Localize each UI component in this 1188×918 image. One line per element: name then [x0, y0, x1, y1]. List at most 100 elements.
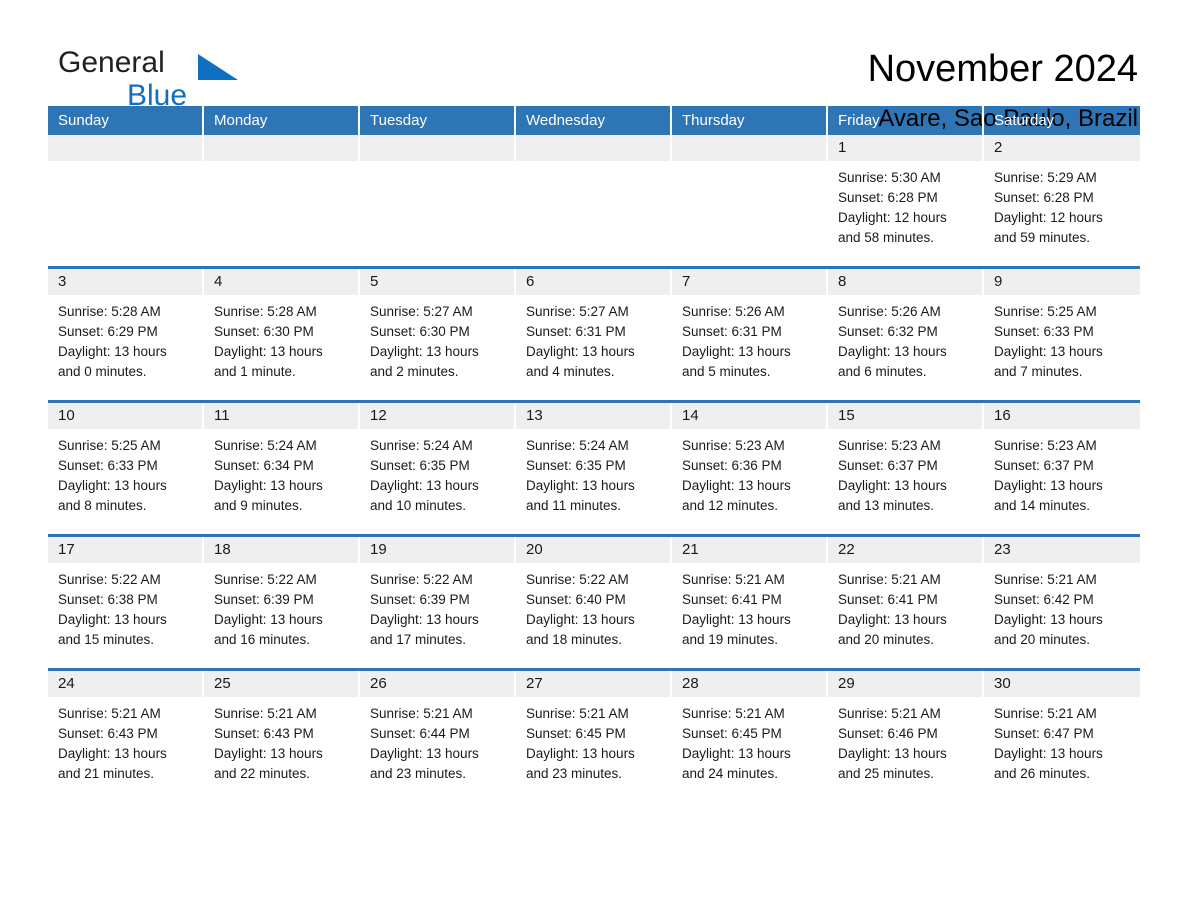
calendar-weeks: 1 Sunrise: 5:30 AM Sunset: 6:28 PM Daylight… — [48, 135, 1140, 802]
day-cell[interactable]: 9 Sunrise: 5:25 AM Sunset: 6:33 PM Daylight… — [984, 269, 1140, 400]
day-info-line: Sunrise: 5:21 AM — [994, 706, 1097, 721]
day-info-line: Sunrise: 5:27 AM — [370, 304, 473, 319]
calendar-week-row: 10 Sunrise: 5:25 AM Sunset: 6:33 PM Dayligh… — [48, 403, 1140, 537]
day-sun-info: Sunrise: 5:24 AM Sunset: 6:35 PM Daylight:… — [516, 429, 670, 516]
day-cell[interactable]: 10 Sunrise: 5:25 AM Sunset: 6:33 PM Dayligh… — [48, 403, 204, 534]
weekday-header-wednesday: Wednesday — [516, 106, 672, 135]
day-cell[interactable]: 11 Sunrise: 5:24 AM Sunset: 6:34 PM Dayligh… — [204, 403, 360, 534]
day-sun-info: Sunrise: 5:25 AM Sunset: 6:33 PM Daylight:… — [48, 429, 202, 516]
day-cell[interactable]: 6 Sunrise: 5:27 AM Sunset: 6:31 PM Daylight… — [516, 269, 672, 400]
day-sun-info: Sunrise: 5:21 AM Sunset: 6:41 PM Daylight:… — [672, 563, 826, 650]
day-info-line: Daylight: 13 hours — [58, 612, 167, 627]
day-info-line: Daylight: 13 hours — [526, 746, 635, 761]
day-cell-empty — [672, 135, 828, 266]
day-cell[interactable]: 20 Sunrise: 5:22 AM Sunset: 6:40 PM Dayligh… — [516, 537, 672, 668]
day-info-line: Sunrise: 5:28 AM — [58, 304, 161, 319]
day-info-line: Sunrise: 5:23 AM — [994, 438, 1097, 453]
day-sun-info: Sunrise: 5:26 AM Sunset: 6:31 PM Daylight:… — [672, 295, 826, 382]
day-cell[interactable]: 4 Sunrise: 5:28 AM Sunset: 6:30 PM Daylight… — [204, 269, 360, 400]
day-cell[interactable]: 28 Sunrise: 5:21 AM Sunset: 6:45 PM Dayligh… — [672, 671, 828, 802]
day-cell-empty — [204, 135, 360, 266]
day-info-line: and 0 minutes. — [58, 364, 147, 379]
day-cell[interactable]: 17 Sunrise: 5:22 AM Sunset: 6:38 PM Dayligh… — [48, 537, 204, 668]
day-info-line: and 4 minutes. — [526, 364, 615, 379]
day-number: 6 — [516, 269, 670, 295]
day-info-line: Sunset: 6:41 PM — [838, 592, 938, 607]
day-info-line: Daylight: 13 hours — [214, 478, 323, 493]
day-sun-info — [48, 161, 202, 168]
day-number: 24 — [48, 671, 202, 697]
day-cell[interactable]: 23 Sunrise: 5:21 AM Sunset: 6:42 PM Dayligh… — [984, 537, 1140, 668]
day-cell[interactable]: 2 Sunrise: 5:29 AM Sunset: 6:28 PM Daylight… — [984, 135, 1140, 266]
day-cell[interactable]: 12 Sunrise: 5:24 AM Sunset: 6:35 PM Dayligh… — [360, 403, 516, 534]
day-info-line: and 24 minutes. — [682, 766, 779, 781]
day-info-line: and 22 minutes. — [214, 766, 311, 781]
day-cell[interactable]: 30 Sunrise: 5:21 AM Sunset: 6:47 PM Dayligh… — [984, 671, 1140, 802]
day-info-line: Sunrise: 5:21 AM — [214, 706, 317, 721]
day-cell[interactable]: 22 Sunrise: 5:21 AM Sunset: 6:41 PM Dayligh… — [828, 537, 984, 668]
weekday-header-friday: Friday — [828, 106, 984, 135]
day-cell[interactable]: 15 Sunrise: 5:23 AM Sunset: 6:37 PM Dayligh… — [828, 403, 984, 534]
day-info-line: Daylight: 13 hours — [994, 612, 1103, 627]
day-info-line: and 16 minutes. — [214, 632, 311, 647]
day-info-line: and 21 minutes. — [58, 766, 155, 781]
day-cell[interactable]: 16 Sunrise: 5:23 AM Sunset: 6:37 PM Dayligh… — [984, 403, 1140, 534]
day-info-line: and 9 minutes. — [214, 498, 303, 513]
day-info-line: Sunset: 6:35 PM — [526, 458, 626, 473]
weekday-header-thursday: Thursday — [672, 106, 828, 135]
day-info-line: Daylight: 13 hours — [58, 344, 167, 359]
day-info-line: Sunset: 6:37 PM — [838, 458, 938, 473]
day-info-line: Daylight: 13 hours — [214, 344, 323, 359]
day-info-line: Sunset: 6:30 PM — [370, 324, 470, 339]
day-sun-info: Sunrise: 5:29 AM Sunset: 6:28 PM Daylight:… — [984, 161, 1140, 248]
day-info-line: Sunrise: 5:22 AM — [214, 572, 317, 587]
day-cell[interactable]: 24 Sunrise: 5:21 AM Sunset: 6:43 PM Dayligh… — [48, 671, 204, 802]
day-info-line: Sunrise: 5:21 AM — [838, 572, 941, 587]
day-info-line: Sunset: 6:31 PM — [526, 324, 626, 339]
day-info-line: Daylight: 13 hours — [214, 612, 323, 627]
day-number: 14 — [672, 403, 826, 429]
triangle-icon — [198, 54, 238, 80]
day-sun-info: Sunrise: 5:25 AM Sunset: 6:33 PM Daylight:… — [984, 295, 1140, 382]
day-cell[interactable]: 8 Sunrise: 5:26 AM Sunset: 6:32 PM Daylight… — [828, 269, 984, 400]
day-cell[interactable]: 13 Sunrise: 5:24 AM Sunset: 6:35 PM Dayligh… — [516, 403, 672, 534]
day-info-line: Sunset: 6:33 PM — [58, 458, 158, 473]
day-info-line: Sunset: 6:43 PM — [58, 726, 158, 741]
day-cell[interactable]: 26 Sunrise: 5:21 AM Sunset: 6:44 PM Dayligh… — [360, 671, 516, 802]
day-info-line: Daylight: 12 hours — [994, 210, 1103, 225]
day-number — [204, 135, 358, 161]
day-info-line: and 20 minutes. — [994, 632, 1091, 647]
day-cell[interactable]: 5 Sunrise: 5:27 AM Sunset: 6:30 PM Daylight… — [360, 269, 516, 400]
day-info-line: Sunset: 6:41 PM — [682, 592, 782, 607]
day-number: 12 — [360, 403, 514, 429]
day-cell[interactable]: 18 Sunrise: 5:22 AM Sunset: 6:39 PM Dayligh… — [204, 537, 360, 668]
day-info-line: Daylight: 13 hours — [838, 746, 947, 761]
day-cell[interactable]: 27 Sunrise: 5:21 AM Sunset: 6:45 PM Dayligh… — [516, 671, 672, 802]
day-cell[interactable]: 21 Sunrise: 5:21 AM Sunset: 6:41 PM Dayligh… — [672, 537, 828, 668]
calendar-week-row: 1 Sunrise: 5:30 AM Sunset: 6:28 PM Daylight… — [48, 135, 1140, 269]
day-cell[interactable]: 14 Sunrise: 5:23 AM Sunset: 6:36 PM Dayligh… — [672, 403, 828, 534]
day-info-line: Sunrise: 5:24 AM — [526, 438, 629, 453]
day-info-line: Daylight: 13 hours — [838, 478, 947, 493]
day-cell[interactable]: 25 Sunrise: 5:21 AM Sunset: 6:43 PM Dayligh… — [204, 671, 360, 802]
day-cell[interactable]: 3 Sunrise: 5:28 AM Sunset: 6:29 PM Daylight… — [48, 269, 204, 400]
calendar-grid: Sunday Monday Tuesday Wednesday Thursday… — [48, 106, 1140, 802]
day-info-line: Sunrise: 5:21 AM — [526, 706, 629, 721]
day-cell[interactable]: 7 Sunrise: 5:26 AM Sunset: 6:31 PM Daylight… — [672, 269, 828, 400]
page-title: November 2024 — [867, 48, 1138, 90]
day-sun-info: Sunrise: 5:21 AM Sunset: 6:46 PM Daylight:… — [828, 697, 982, 784]
day-number: 17 — [48, 537, 202, 563]
day-info-line: Daylight: 13 hours — [526, 478, 635, 493]
day-cell[interactable]: 29 Sunrise: 5:21 AM Sunset: 6:46 PM Dayligh… — [828, 671, 984, 802]
day-cell[interactable]: 1 Sunrise: 5:30 AM Sunset: 6:28 PM Daylight… — [828, 135, 984, 266]
day-info-line: Daylight: 13 hours — [838, 344, 947, 359]
day-info-line: Sunset: 6:43 PM — [214, 726, 314, 741]
day-info-line: Sunset: 6:29 PM — [58, 324, 158, 339]
day-sun-info: Sunrise: 5:21 AM Sunset: 6:43 PM Daylight:… — [204, 697, 358, 784]
day-info-line: Sunrise: 5:21 AM — [370, 706, 473, 721]
day-cell[interactable]: 19 Sunrise: 5:22 AM Sunset: 6:39 PM Dayligh… — [360, 537, 516, 668]
day-number: 25 — [204, 671, 358, 697]
day-sun-info: Sunrise: 5:21 AM Sunset: 6:47 PM Daylight:… — [984, 697, 1140, 784]
weekday-header-saturday: Saturday — [994, 112, 1055, 129]
day-info-line: Sunrise: 5:28 AM — [214, 304, 317, 319]
